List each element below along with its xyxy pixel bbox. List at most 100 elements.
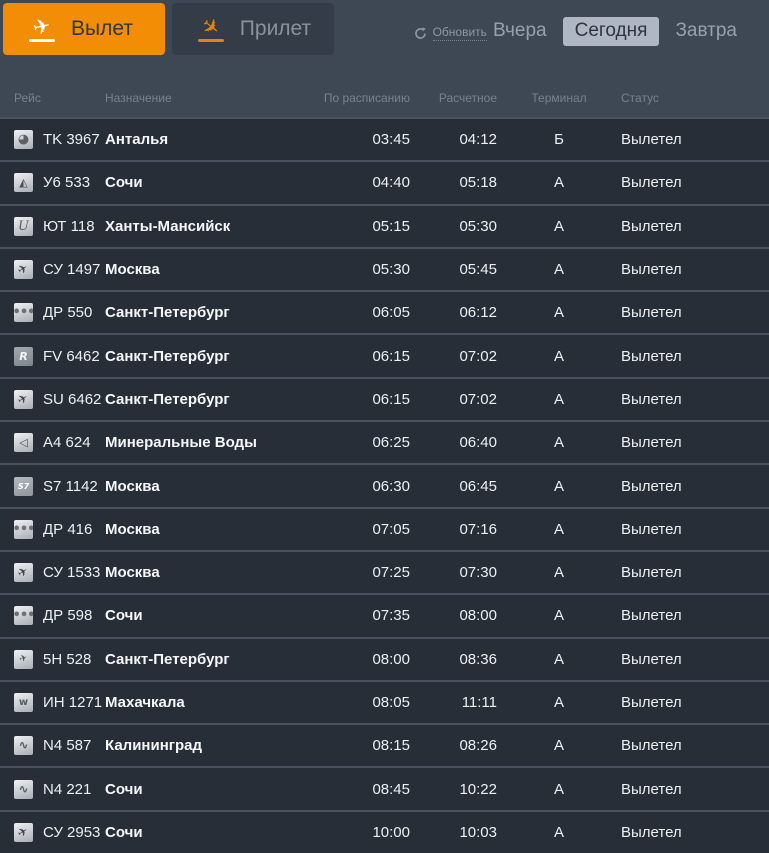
column-header-status: Статус [621,91,769,105]
airline-logo-icon: ✈ [14,563,33,582]
scheduled-time: 08:00 [300,651,410,668]
flight-number: ДР 550 [43,304,105,321]
refresh-button[interactable]: Обновить [414,25,487,41]
top-toolbar: ✈ Вылет ✈ Прилет Обновить Вчера Сегодня … [0,0,769,57]
flight-row[interactable]: ◭ У6 533 Сочи 04:40 05:18 А Вылетел [0,162,769,203]
flight-row[interactable]: w ИН 1271 Махачкала 08:05 11:11 А Вылете… [0,682,769,723]
flight-number: У6 533 [43,174,105,191]
scheduled-time: 07:25 [300,564,410,581]
flight-row[interactable]: S7 S7 1142 Москва 06:30 06:45 А Вылетел [0,465,769,506]
airline-logo-icon: ✈ [14,260,33,279]
airline-logo-icon: ✈ [14,650,33,669]
day-switcher: Вчера Сегодня Завтра [487,17,743,46]
estimated-time: 07:16 [410,521,497,538]
terminal: А [497,218,621,235]
airline-logo-icon: ••• [14,303,33,322]
terminal: А [497,651,621,668]
column-header-destination: Назначение [105,91,300,105]
plane-landing-icon: ✈ [196,17,226,42]
scheduled-time: 06:25 [300,434,410,451]
flight-row[interactable]: ••• ДР 598 Сочи 07:35 08:00 А Вылетел [0,595,769,636]
terminal: А [497,824,621,841]
estimated-time: 10:22 [410,781,497,798]
tab-departures[interactable]: ✈ Вылет [3,3,165,55]
scheduled-time: 08:45 [300,781,410,798]
status: Вылетел [621,564,769,581]
status: Вылетел [621,391,769,408]
flight-row[interactable]: ✈ СУ 2953 Сочи 10:00 10:03 А Вылетел [0,812,769,853]
flight-number: СУ 1533 [43,564,105,581]
refresh-icon [414,27,427,40]
status: Вылетел [621,824,769,841]
scheduled-time: 06:05 [300,304,410,321]
destination: Москва [105,478,300,495]
flight-number: FV 6462 [43,348,105,365]
terminal: А [497,694,621,711]
destination: Сочи [105,607,300,624]
scheduled-time: 04:40 [300,174,410,191]
scheduled-time: 10:00 [300,824,410,841]
scheduled-time: 03:45 [300,131,410,148]
status: Вылетел [621,131,769,148]
flight-row[interactable]: ✈ 5Н 528 Санкт-Петербург 08:00 08:36 А В… [0,639,769,680]
status: Вылетел [621,781,769,798]
flight-row[interactable]: U ЮТ 118 Ханты-Мансийск 05:15 05:30 А Вы… [0,206,769,247]
destination: Санкт-Петербург [105,304,300,321]
estimated-time: 11:11 [410,694,497,711]
destination: Сочи [105,824,300,841]
terminal: А [497,781,621,798]
status: Вылетел [621,218,769,235]
status: Вылетел [621,304,769,321]
flight-row[interactable]: ∿ N4 587 Калининград 08:15 08:26 А Вылет… [0,725,769,766]
flight-number: ЮТ 118 [43,218,105,235]
airline-logo-icon: ✈ [14,823,33,842]
destination: Анталья [105,131,300,148]
flight-number: СУ 1497 [43,261,105,278]
column-header-estimated: Расчетное [410,91,497,105]
status: Вылетел [621,694,769,711]
estimated-time: 05:18 [410,174,497,191]
flight-number: S7 1142 [43,478,105,495]
estimated-time: 04:12 [410,131,497,148]
flight-row[interactable]: ◕ TK 3967 Анталья 03:45 04:12 Б Вылетел [0,119,769,160]
destination: Санкт-Петербург [105,651,300,668]
flight-row[interactable]: ◁ A4 624 Минеральные Воды 06:25 06:40 А … [0,422,769,463]
airline-logo-icon: ◭ [14,173,33,192]
destination: Минеральные Воды [105,434,300,451]
flight-number: ДР 416 [43,521,105,538]
terminal: А [497,174,621,191]
flight-row[interactable]: ••• ДР 416 Москва 07:05 07:16 А Вылетел [0,509,769,550]
estimated-time: 08:26 [410,737,497,754]
terminal: Б [497,131,621,148]
status: Вылетел [621,607,769,624]
scheduled-time: 06:30 [300,478,410,495]
tab-arrivals[interactable]: ✈ Прилет [172,3,334,55]
scheduled-time: 06:15 [300,391,410,408]
flight-row[interactable]: ∿ N4 221 Сочи 08:45 10:22 А Вылетел [0,768,769,809]
airline-logo-icon: ••• [14,520,33,539]
status: Вылетел [621,651,769,668]
airline-logo-icon: ••• [14,606,33,625]
flight-row[interactable]: ✈ СУ 1497 Москва 05:30 05:45 А Вылетел [0,249,769,290]
destination: Москва [105,521,300,538]
status: Вылетел [621,521,769,538]
estimated-time: 06:40 [410,434,497,451]
day-tab-today[interactable]: Сегодня [563,17,660,46]
flight-row[interactable]: R FV 6462 Санкт-Петербург 06:15 07:02 А … [0,335,769,376]
flight-row[interactable]: ✈ SU 6462 Санкт-Петербург 06:15 07:02 А … [0,379,769,420]
table-header: Рейс Назначение По расписанию Расчетное … [0,57,769,117]
estimated-time: 06:45 [410,478,497,495]
destination: Москва [105,261,300,278]
day-tab-tomorrow[interactable]: Завтра [669,17,743,46]
airline-logo-icon: ∿ [14,736,33,755]
destination: Махачкала [105,694,300,711]
day-tab-yesterday[interactable]: Вчера [487,17,553,46]
flight-row[interactable]: ✈ СУ 1533 Москва 07:25 07:30 А Вылетел [0,552,769,593]
flight-number: TK 3967 [43,131,105,148]
estimated-time: 06:12 [410,304,497,321]
status: Вылетел [621,174,769,191]
flight-row[interactable]: ••• ДР 550 Санкт-Петербург 06:05 06:12 А… [0,292,769,333]
estimated-time: 05:45 [410,261,497,278]
airline-logo-icon: w [14,693,33,712]
terminal: А [497,737,621,754]
